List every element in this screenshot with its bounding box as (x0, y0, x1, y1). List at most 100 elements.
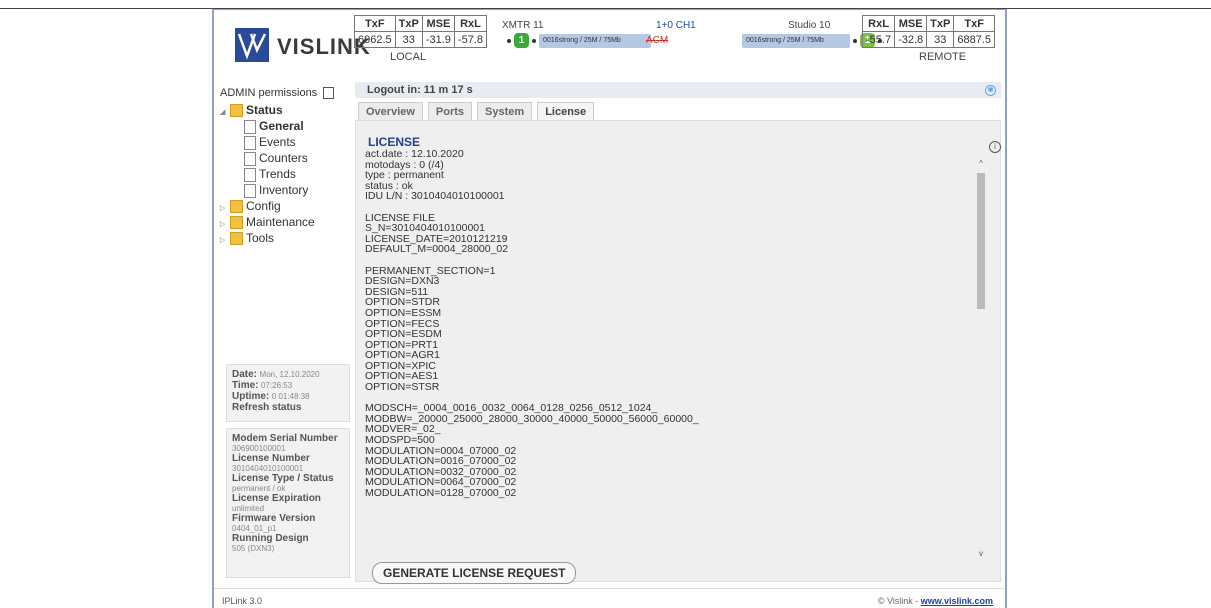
license-panel: LICENSE i act.date : 12.10.2020 motodays… (355, 120, 1001, 584)
running-design-label: Running Design (232, 533, 309, 544)
license-expiration-label: License Expiration (232, 493, 321, 504)
local-header-txp: TxP (394, 15, 423, 32)
tree-label-maintenance: Maintenance (246, 215, 315, 229)
footer-copyright: © Vislink - www.vislink.com (878, 596, 993, 606)
page-icon (244, 183, 256, 198)
right-modulation-bar: 0016strong / 25M / 75Mb (742, 33, 850, 48)
remote-meter-table: RxL MSE TxP TxF -55.7 -32.8 33 6887.5 (861, 15, 995, 48)
tree-item-config[interactable]: ▷ Config (220, 198, 315, 214)
tree-label-tools: Tools (246, 231, 275, 245)
tree-item-tools[interactable]: ▷ Tools (220, 230, 315, 246)
license-number-value: 3010404010100001 (232, 464, 304, 473)
tab-system[interactable]: System (477, 102, 533, 121)
tree-label-status: Status (246, 103, 283, 117)
modem-serial-label: Modem Serial Number (232, 433, 338, 444)
folder-icon (230, 104, 243, 118)
generate-license-request-button[interactable]: GENERATE LICENSE REQUEST (372, 562, 577, 584)
link-dot (853, 38, 857, 43)
page-icon (244, 167, 256, 182)
scroll-thumb[interactable] (977, 173, 985, 309)
uptime-row: Uptime: 0 01:48:38 (232, 391, 344, 402)
status-summary-box: Date: Mon, 12.10.2020 Time: 07:26:53 Upt… (226, 364, 350, 422)
logo-mark-icon (235, 28, 269, 62)
date-label: Date: (232, 369, 258, 380)
local-header-txf: TxF (354, 15, 396, 32)
tree-item-general[interactable]: General (220, 118, 315, 134)
vislink-logo: VISLINK (235, 28, 370, 66)
link-dot (507, 38, 511, 43)
vislink-website-link[interactable]: www.vislink.com (921, 596, 993, 606)
remote-value-rxl: -55.7 (861, 31, 896, 48)
remote-value-txf: 6887.5 (953, 31, 995, 48)
firmware-version-label: Firmware Version (232, 513, 316, 524)
tree-item-inventory[interactable]: Inventory (220, 182, 315, 198)
footer-divider (214, 588, 1005, 589)
remote-value-mse: -32.8 (894, 31, 928, 48)
remote-header-txp: TxP (926, 15, 955, 32)
tab-overview[interactable]: Overview (358, 102, 423, 121)
collapsed-arrow-icon[interactable]: ▷ (220, 233, 230, 249)
running-design-value: 505 (DXN3) (232, 544, 275, 553)
tree-label-events: Events (259, 135, 296, 149)
refresh-status-label: Refresh status (232, 402, 302, 413)
remote-label: REMOTE (919, 51, 967, 63)
tab-license[interactable]: License (537, 102, 595, 121)
time-value: 07:26:53 (261, 381, 293, 390)
refresh-status-link[interactable]: Refresh status (232, 402, 344, 413)
scroll-up-icon[interactable]: ^ (976, 159, 986, 169)
date-row: Date: Mon, 12.10.2020 (232, 369, 344, 380)
folder-icon (230, 232, 243, 246)
remote-header-rxl: RxL (861, 15, 896, 32)
local-meter-table: TxF TxP MSE RxL 6962.5 33 -31.9 -57.8 (354, 15, 488, 48)
page-icon (244, 119, 256, 134)
link-dot (532, 38, 536, 43)
tree-item-status[interactable]: ◢ Status (220, 102, 315, 118)
license-heading: LICENSE (368, 135, 421, 149)
tab-ports[interactable]: Ports (427, 102, 473, 121)
license-type-value: permanent / ok (232, 484, 286, 493)
tree-label-counters: Counters (259, 151, 308, 165)
info-icon[interactable]: i (989, 141, 1001, 153)
copyright-text: © Vislink - (877, 596, 921, 606)
uptime-label: Uptime: (232, 391, 270, 402)
local-value-txp: 33 (394, 31, 423, 48)
local-header-mse: MSE (421, 15, 455, 32)
tree-item-maintenance[interactable]: ▷ Maintenance (220, 214, 315, 230)
time-row: Time: 07:26:53 (232, 380, 344, 391)
device-info-box: Modem Serial Number 306900100001 License… (226, 428, 350, 578)
modem-serial-value: 306900100001 (232, 444, 286, 453)
left-link-chain: 1 0016strong / 25M / 75Mb (504, 33, 651, 48)
tree-item-trends[interactable]: Trends (220, 166, 315, 182)
tree-label-general: General (259, 119, 304, 133)
permissions-label: ADMIN permissions (220, 87, 318, 99)
tree-item-events[interactable]: Events (220, 134, 315, 150)
remote-header-txf: TxF (953, 15, 995, 32)
logout-icon[interactable] (323, 87, 335, 100)
page-icon (244, 151, 256, 166)
license-number-label: License Number (232, 453, 310, 464)
local-value-txf: 6962.5 (354, 31, 396, 48)
local-value-mse: -31.9 (421, 31, 455, 48)
product-version: IPLink 3.0 (222, 596, 263, 606)
left-station-name: XMTR 11 (502, 20, 544, 31)
uptime-value: 0 01:48:38 (271, 392, 310, 401)
scroll-down-icon[interactable]: v (976, 549, 986, 559)
license-scrollbar[interactable]: ^ v (976, 159, 986, 559)
help-icon[interactable]: ✱ (985, 85, 996, 96)
date-value: Mon, 12.10.2020 (259, 370, 320, 379)
firmware-version-value: 0404_01_p1 (232, 524, 277, 533)
license-type-label: License Type / Status (232, 473, 334, 484)
tree-label-config: Config (246, 199, 281, 213)
tree-item-counters[interactable]: Counters (220, 150, 315, 166)
local-header-rxl: RxL (453, 15, 488, 32)
license-text: act.date : 12.10.2020 motodays : 0 (/4) … (365, 149, 699, 499)
license-expiration-value: unlimited (232, 504, 265, 513)
acm-indicator: ACM (646, 35, 669, 46)
right-station-name: Studio 10 (788, 20, 831, 31)
nav-tree: ◢ Status General Events Counters Trends I… (220, 102, 315, 246)
tree-label-inventory: Inventory (259, 183, 309, 197)
folder-icon (230, 216, 243, 230)
tree-label-trends: Trends (259, 167, 296, 181)
admin-permissions: ADMIN permissions (220, 87, 335, 100)
local-value-rxl: -57.8 (453, 31, 488, 48)
